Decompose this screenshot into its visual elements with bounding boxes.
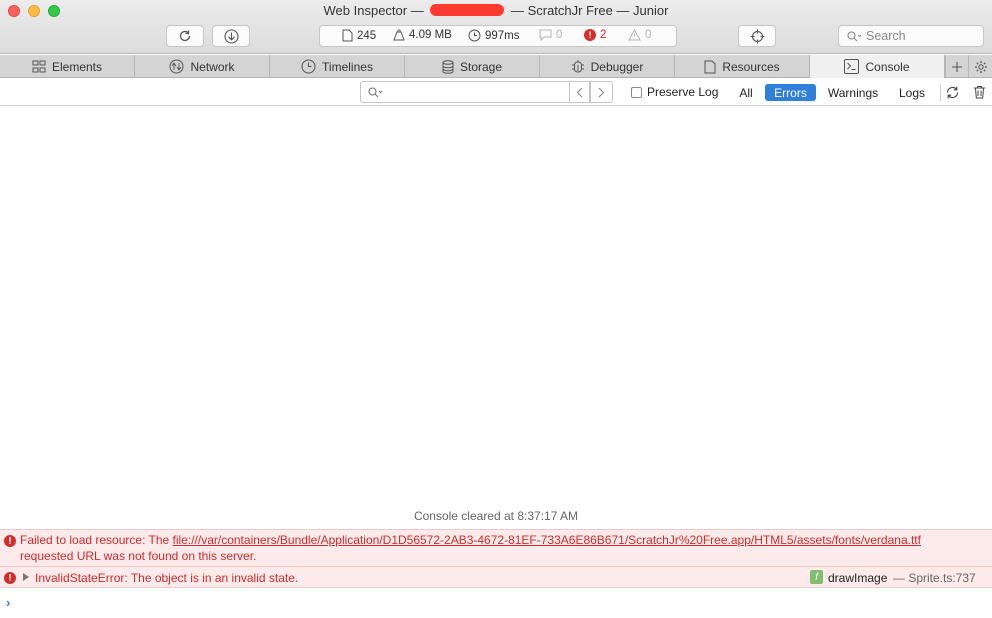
network-icon xyxy=(169,59,184,74)
tab-debugger[interactable]: Debugger xyxy=(540,55,675,78)
window-toolbar: Web Inspector — — ScratchJr Free — Junio… xyxy=(0,0,992,54)
scope-errors[interactable]: Errors xyxy=(765,84,816,101)
search-field[interactable]: Search xyxy=(838,25,984,47)
tab-label: Timelines xyxy=(322,59,373,74)
error-count[interactable]: ! 2 xyxy=(584,29,606,41)
tab-label: Console xyxy=(865,59,910,74)
chevron-left-icon xyxy=(576,87,583,97)
warning-count-value: 0 xyxy=(645,29,652,41)
warning-count[interactable]: 0 xyxy=(628,29,651,41)
window-title-suffix: — ScratchJr Free — Junior xyxy=(510,3,669,18)
resource-size[interactable]: 4.09 MB xyxy=(393,29,452,41)
tab-storage[interactable]: Storage xyxy=(405,55,540,78)
console-prompt[interactable]: › xyxy=(6,595,10,610)
window-title-prefix: Web Inspector — xyxy=(323,3,424,18)
tab-label: Storage xyxy=(459,59,503,74)
clear-console-button[interactable] xyxy=(971,84,987,100)
tab-label: Debugger xyxy=(590,59,644,74)
call-frame-location[interactable]: — Sprite.ts:737 xyxy=(893,571,976,585)
crosshair-icon xyxy=(750,29,764,43)
tab-resources[interactable]: Resources xyxy=(675,55,810,78)
next-match-button[interactable] xyxy=(590,81,613,103)
window-title: Web Inspector — — ScratchJr Free — Junio… xyxy=(0,3,992,18)
console-error-message[interactable]: ! Failed to load resource: The file:///v… xyxy=(0,529,992,566)
reload-console-button[interactable] xyxy=(944,84,960,100)
scope-logs[interactable]: Logs xyxy=(895,84,929,101)
log-count-value: 0 xyxy=(556,29,563,41)
error-resource-link[interactable]: file:///var/containers/Bundle/Applicatio… xyxy=(173,533,921,547)
console-output: Console cleared at 8:37:17 AM ! Failed t… xyxy=(0,107,992,618)
resource-size-value: 4.09 MB xyxy=(409,29,452,41)
redacted-title-mark xyxy=(430,4,505,16)
error-message-prefix: Failed to load resource: The xyxy=(20,533,173,547)
call-frame-function[interactable]: drawImage xyxy=(828,571,887,585)
resource-count[interactable]: 245 xyxy=(342,29,376,42)
filter-divider xyxy=(940,84,941,101)
tab-timelines[interactable]: Timelines xyxy=(270,55,405,78)
speech-bubble-icon xyxy=(539,29,552,41)
trash-icon xyxy=(973,86,985,99)
debugger-icon xyxy=(571,60,584,73)
previous-match-button[interactable] xyxy=(569,81,590,103)
preserve-log-checkbox[interactable] xyxy=(631,86,642,98)
load-time-value: 997ms xyxy=(485,29,520,42)
search-placeholder: Search xyxy=(866,29,906,43)
error-message-line: Failed to load resource: The file:///var… xyxy=(20,533,921,547)
gear-icon xyxy=(974,60,987,73)
disclosure-triangle-icon[interactable] xyxy=(23,573,29,581)
console-cleared-message: Console cleared at 8:37:17 AM xyxy=(413,509,579,523)
preserve-log-toggle[interactable]: Preserve Log xyxy=(631,85,718,99)
log-count[interactable]: 0 xyxy=(539,29,562,41)
console-filter-bar: Preserve Log All Errors Warnings Logs xyxy=(0,79,992,106)
error-icon: ! xyxy=(4,535,16,547)
inspect-target-button[interactable] xyxy=(738,25,776,47)
refresh-icon xyxy=(946,86,958,98)
timelines-icon xyxy=(301,59,316,74)
settings-button[interactable] xyxy=(968,55,992,78)
chevron-right-icon xyxy=(598,87,605,97)
error-message-text: InvalidStateError: The object is in an i… xyxy=(35,571,299,585)
storage-icon xyxy=(442,59,454,74)
error-icon: ! xyxy=(4,572,16,584)
tab-bar: Elements Network Timelines Storage Debug… xyxy=(0,55,992,78)
resources-icon xyxy=(704,60,716,73)
preserve-log-label: Preserve Log xyxy=(647,85,719,99)
document-icon xyxy=(342,29,353,42)
error-message-suffix: requested URL was not found on this serv… xyxy=(20,549,257,563)
scope-all[interactable]: All xyxy=(734,84,758,101)
clock-icon xyxy=(468,29,481,42)
error-count-value: 2 xyxy=(600,29,607,41)
new-tab-button[interactable] xyxy=(945,55,968,78)
tab-console[interactable]: Console xyxy=(810,55,945,78)
search-icon xyxy=(847,30,862,41)
filter-search-icon xyxy=(368,86,383,97)
scope-warnings[interactable]: Warnings xyxy=(823,84,883,101)
resource-count-value: 245 xyxy=(357,29,377,42)
reload-icon xyxy=(179,30,191,42)
tab-label: Elements xyxy=(51,59,103,74)
console-icon xyxy=(844,59,860,74)
load-time[interactable]: 997ms xyxy=(468,29,520,42)
download-icon xyxy=(223,28,239,44)
reload-button[interactable] xyxy=(166,25,204,47)
download-button[interactable] xyxy=(212,25,250,47)
error-icon: ! xyxy=(584,29,596,41)
elements-icon xyxy=(32,60,46,73)
tab-label: Resources xyxy=(722,59,780,74)
tab-elements[interactable]: Elements xyxy=(0,55,135,78)
plus-icon xyxy=(952,61,962,72)
tab-label: Network xyxy=(190,59,235,74)
weight-icon xyxy=(393,29,405,41)
dashboard[interactable]: 245 4.09 MB 997ms 0 ! 2 0 xyxy=(319,25,677,47)
console-filter-input[interactable] xyxy=(360,81,570,103)
console-error-message[interactable]: ! InvalidStateError: The object is in an… xyxy=(0,566,992,588)
function-icon: f xyxy=(810,570,823,584)
tab-network[interactable]: Network xyxy=(135,55,270,78)
warning-icon xyxy=(628,29,641,41)
